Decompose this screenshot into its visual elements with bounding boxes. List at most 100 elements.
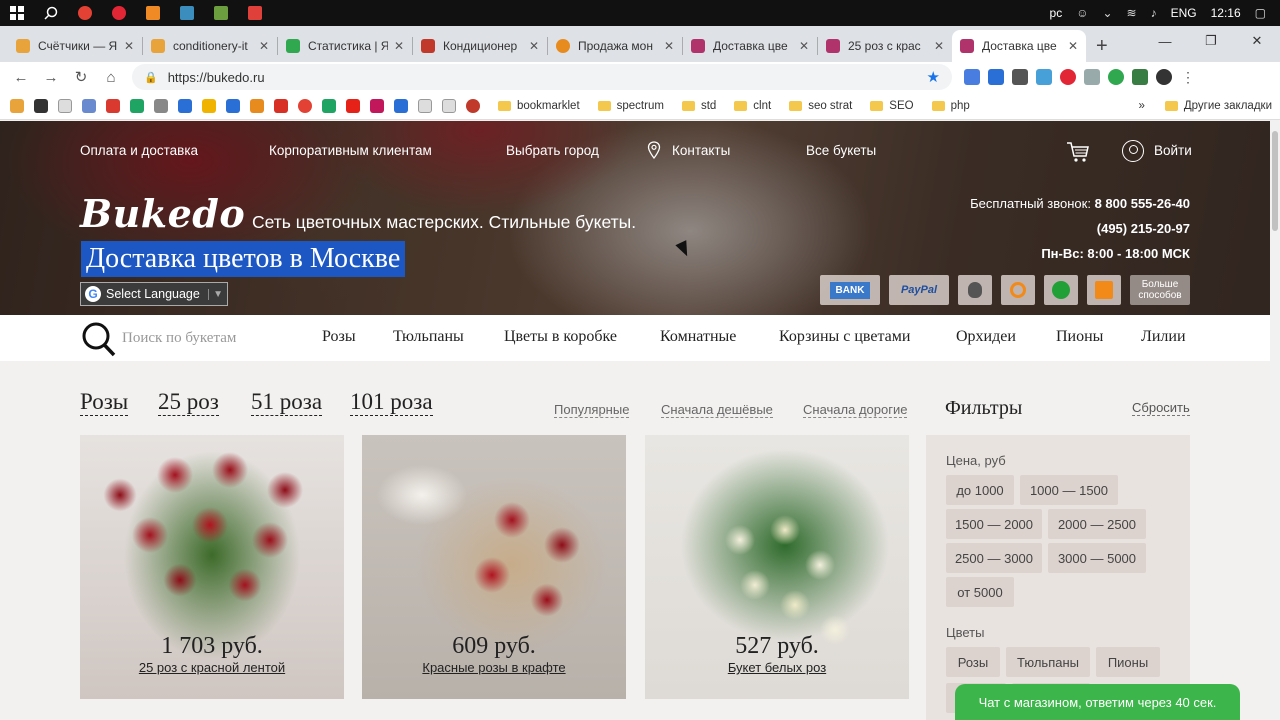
new-tab-button[interactable]: + (1086, 30, 1118, 62)
sublime-app-icon[interactable] (136, 0, 170, 26)
category-baskets[interactable]: Корзины с цветами (779, 328, 910, 346)
browser-tab[interactable]: conditionery-it ✕ (143, 30, 277, 62)
page-scrollbar[interactable] (1270, 121, 1280, 720)
back-icon[interactable]: ← (6, 69, 36, 86)
lock-icon[interactable]: 🔒 (144, 71, 158, 84)
app-icon[interactable] (204, 0, 238, 26)
tab-roses[interactable]: Розы (80, 389, 129, 416)
app-icon[interactable] (238, 0, 272, 26)
browser-tab[interactable]: Статистика | Я ✕ (278, 30, 412, 62)
free-phone[interactable]: 8 800 555-26-40 (1095, 196, 1190, 211)
close-icon[interactable]: ✕ (664, 39, 674, 53)
category-peonies[interactable]: Пионы (1056, 328, 1103, 346)
minimize-icon[interactable]: — (1142, 26, 1188, 56)
browser-tab[interactable]: Кондиционер ✕ (413, 30, 547, 62)
extension-icon[interactable] (1012, 69, 1028, 85)
bookmark-icon[interactable] (418, 98, 432, 113)
people-icon[interactable]: ☺ (1076, 6, 1088, 20)
volume-icon[interactable]: ♪ (1151, 6, 1157, 20)
address-bar[interactable]: 🔒 https://bukedo.ru ★ (132, 64, 952, 90)
price-chip[interactable]: 3000 — 5000 (1048, 543, 1146, 573)
category-lilies[interactable]: Лилии (1141, 328, 1186, 346)
tab-25-roses[interactable]: 25 роз (158, 389, 219, 416)
sort-popular[interactable]: Популярные (554, 402, 630, 418)
tab-51-roses[interactable]: 51 роза (251, 389, 323, 416)
bookmark-icon[interactable] (274, 98, 288, 113)
bookmark-folder[interactable]: clnt (734, 100, 771, 112)
close-icon[interactable]: ✕ (394, 39, 404, 53)
extension-icon[interactable] (1132, 69, 1148, 85)
more-bookmarks-icon[interactable]: » (1138, 100, 1144, 112)
bookmark-folder[interactable]: seo strat (789, 100, 852, 112)
price-chip[interactable]: 1000 — 1500 (1020, 475, 1118, 505)
url-text[interactable]: https://bukedo.ru (168, 70, 927, 85)
chat-widget[interactable]: Чат с магазином, ответим через 40 сек. (955, 684, 1240, 720)
extension-icon[interactable] (964, 69, 980, 85)
app-icon[interactable] (170, 0, 204, 26)
bookmark-icon[interactable] (298, 98, 312, 113)
price-chip[interactable]: 1500 — 2000 (946, 509, 1042, 539)
extension-icon[interactable] (1036, 69, 1052, 85)
close-icon[interactable]: ✕ (1068, 39, 1078, 53)
phone[interactable]: (495) 215-20-97 (1097, 221, 1190, 236)
category-box[interactable]: Цветы в коробке (504, 328, 617, 346)
bookmark-folder[interactable]: std (681, 100, 716, 112)
wifi-icon[interactable]: ≋ (1127, 6, 1137, 20)
price-chip[interactable]: 2000 — 2500 (1048, 509, 1146, 539)
close-icon[interactable]: ✕ (529, 39, 539, 53)
notifications-icon[interactable]: ▢ (1255, 6, 1266, 20)
bookmark-icon[interactable] (466, 98, 480, 113)
bookmark-icon[interactable] (202, 98, 216, 113)
search-input[interactable] (122, 327, 292, 349)
bookmark-icon[interactable] (82, 98, 96, 113)
bookmark-icon[interactable] (346, 98, 360, 113)
nav-contacts-link[interactable]: Контакты (672, 143, 730, 158)
nav-city-link[interactable]: Выбрать город (506, 143, 599, 158)
input-lang[interactable]: ENG (1171, 6, 1197, 20)
reload-icon[interactable]: ↻ (66, 68, 96, 86)
tab-101-roses[interactable]: 101 роза (350, 389, 433, 416)
bookmark-icon[interactable] (370, 98, 384, 113)
other-bookmarks[interactable]: » Другие закладки (1138, 100, 1272, 112)
product-name[interactable]: 25 роз с красной лентой (80, 660, 344, 675)
bookmark-icon[interactable] (226, 98, 240, 113)
category-indoor[interactable]: Комнатные (660, 328, 736, 346)
browser-tab[interactable]: 25 роз с крас ✕ (818, 30, 952, 62)
chevron-up-icon[interactable]: ⌄ (1102, 6, 1112, 20)
bookmark-icon[interactable] (178, 98, 192, 113)
bookmark-folder[interactable]: bookmarklet (498, 100, 580, 112)
price-chip[interactable]: от 5000 (946, 577, 1014, 607)
bookmark-folder[interactable]: spectrum (597, 100, 664, 112)
product-name[interactable]: Красные розы в крафте (362, 660, 626, 675)
extension-icon[interactable] (1084, 69, 1100, 85)
bookmark-icon[interactable] (106, 98, 120, 113)
flower-chip[interactable]: Пионы (1096, 647, 1160, 677)
close-icon[interactable]: ✕ (259, 39, 269, 53)
sort-expensive-first[interactable]: Сначала дорогие (803, 402, 908, 418)
avatar[interactable] (1156, 69, 1172, 85)
category-orchids[interactable]: Орхидеи (956, 328, 1016, 346)
close-icon[interactable]: ✕ (934, 39, 944, 53)
category-roses[interactable]: Розы (322, 328, 356, 346)
scrollbar-thumb[interactable] (1272, 131, 1278, 231)
cart-icon[interactable] (1066, 141, 1090, 163)
bookmark-icon[interactable] (250, 98, 264, 113)
home-icon[interactable]: ⌂ (96, 69, 126, 86)
clock[interactable]: 12:16 (1211, 6, 1241, 20)
user-icon[interactable] (1122, 140, 1144, 162)
bookmark-icon[interactable] (58, 98, 72, 113)
browser-tab[interactable]: Доставка цве ✕ (683, 30, 817, 62)
bookmark-folder[interactable]: php (931, 100, 970, 112)
input-lang-short[interactable]: рс (1050, 6, 1063, 20)
bookmark-icon[interactable] (442, 98, 456, 113)
flower-chip[interactable]: Розы (946, 647, 1000, 677)
browser-tab-active[interactable]: Доставка цве ✕ (952, 30, 1086, 62)
menu-icon[interactable]: ⋮ (1180, 69, 1196, 85)
product-card[interactable]: 527 руб. Букет белых роз (645, 435, 909, 699)
flower-chip[interactable]: Тюльпаны (1006, 647, 1090, 677)
close-icon[interactable]: ✕ (124, 39, 134, 53)
bookmark-icon[interactable] (10, 98, 24, 113)
more-payments-button[interactable]: Больше способов (1130, 275, 1190, 305)
product-name[interactable]: Букет белых роз (645, 660, 909, 675)
nav-all-bouquets-link[interactable]: Все букеты (806, 143, 876, 158)
